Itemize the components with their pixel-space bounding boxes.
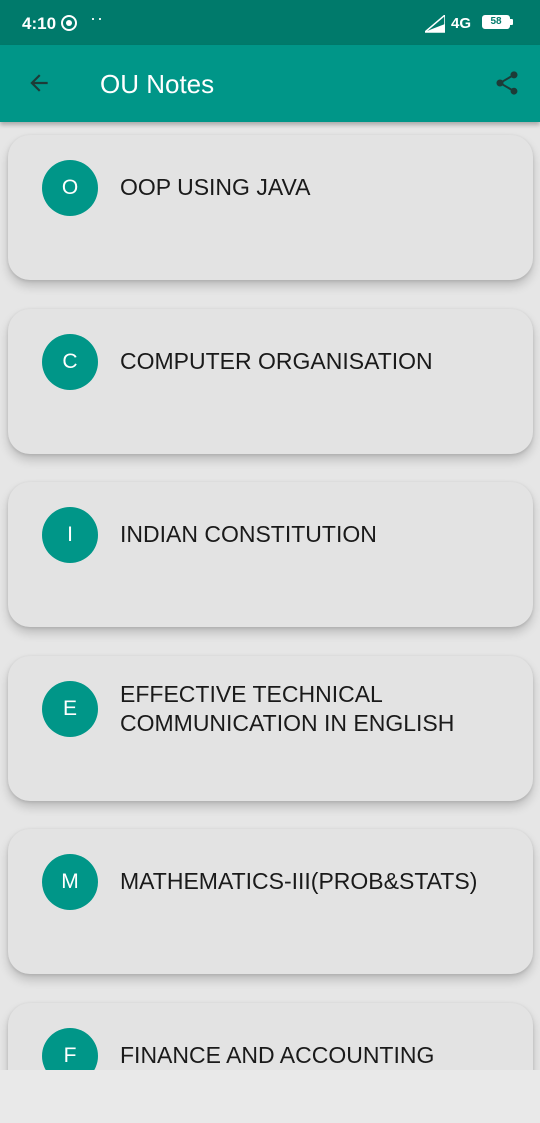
subject-card-oop-java[interactable]: O OOP USING JAVA [8, 135, 533, 280]
page-title: OU Notes [100, 69, 215, 99]
arrow-left-icon [30, 74, 48, 92]
signal-icon [425, 15, 445, 33]
app-bar: OU Notes [0, 45, 540, 122]
subject-title: MATHEMATICS-III(PROB&STATS) [120, 868, 478, 894]
subject-avatar: C [42, 334, 98, 390]
subject-title: OOP USING JAVA [120, 174, 311, 200]
subject-title: EFFECTIVE TECHNICAL COMMUNICATION IN ENG… [120, 681, 455, 736]
battery-icon: 58 [482, 15, 510, 29]
share-button[interactable] [486, 62, 528, 104]
subject-avatar: M [42, 854, 98, 910]
subject-avatar: O [42, 160, 98, 216]
subject-card-indian-constitution[interactable]: I INDIAN CONSTITUTION [8, 482, 533, 627]
bottom-blank-area [0, 1070, 540, 1123]
subject-title: INDIAN CONSTITUTION [120, 521, 377, 547]
subject-avatar: F [42, 1028, 98, 1070]
subject-card-finance-accounting[interactable]: F FINANCE AND ACCOUNTING [8, 1003, 533, 1070]
notification-dots: ·· [90, 8, 104, 28]
subject-card-mathematics-iii[interactable]: M MATHEMATICS-III(PROB&STATS) [8, 829, 533, 974]
subject-avatar: I [42, 507, 98, 563]
subject-card-effective-technical-communication[interactable]: E EFFECTIVE TECHNICAL COMMUNICATION IN E… [8, 656, 533, 801]
battery-level: 58 [490, 16, 502, 27]
status-time: 4:10 [22, 14, 57, 33]
subject-title: COMPUTER ORGANISATION [120, 348, 433, 374]
back-button[interactable] [18, 62, 60, 104]
battery-cap [510, 19, 513, 25]
subject-card-computer-organisation[interactable]: C COMPUTER ORGANISATION [8, 309, 533, 454]
sync-icon [61, 15, 77, 31]
subject-list[interactable]: O OOP USING JAVA C COMPUTER ORGANISATION… [0, 122, 540, 1070]
network-type: 4G [451, 15, 472, 32]
subject-avatar: E [42, 681, 98, 737]
status-bar: 4:10 ·· 4G 58 [0, 0, 540, 45]
share-icon [496, 71, 518, 95]
subject-title: FINANCE AND ACCOUNTING [120, 1042, 435, 1068]
